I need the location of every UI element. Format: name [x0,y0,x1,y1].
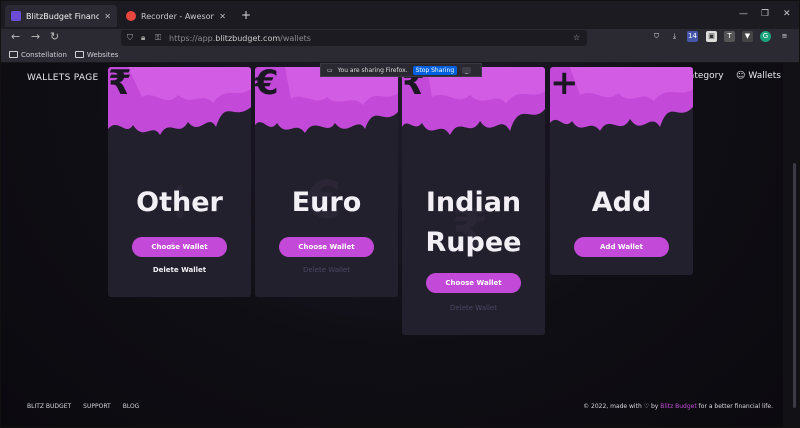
screenshot-extension-icon[interactable]: ▣ [706,31,717,42]
bookmarks-bar: Constellation Websites [1,47,799,63]
choose-wallet-button[interactable]: Choose Wallet [279,237,374,257]
reload-icon[interactable]: ↻ [50,30,59,43]
reader-extension-icon[interactable]: T [724,31,735,42]
url-path: /wallets [280,33,311,43]
wallet-name: Euro [291,187,362,218]
user-icon: ☺ [736,71,746,81]
mouse-pointer-icon: ☝ [169,242,175,252]
folder-icon [9,51,18,58]
extension-badge-icon[interactable]: 14 [687,31,698,42]
footer-link-blitz-budget[interactable]: BLITZ BUDGET [27,403,71,410]
minimize-window-icon[interactable]: — [739,9,748,19]
screenshot: BlitzBudget Financial Analyzer ✕ Recorde… [0,0,800,428]
choose-wallet-button[interactable]: Choose Wallet [426,273,521,293]
grammarly-extension-icon[interactable]: G [760,31,771,42]
wallet-card-indian-rupee: ₹ ₹ Indian Rupee Choose Wallet Delete Wa… [402,67,545,335]
close-tab-icon[interactable]: ✕ [219,12,226,21]
navigation-bar: ← → ↻ ⛉ 🔒︎ ⚿ https://app. blitzbudget.com… [1,29,799,47]
tab-recorder[interactable]: Recorder - Awesome Screenshot ✕ [120,5,232,27]
blitzbudget-favicon-icon [11,11,21,21]
url-host: blitzbudget.com [215,33,281,43]
folder-icon [74,51,84,58]
wallet-card-other: ₹ + Other Choose Wallet Delete Wallet [108,67,251,297]
heart-icon: ♡ [643,403,650,410]
blitz-budget-link[interactable]: Blitz Budget [660,403,696,410]
add-wallet-button[interactable]: Add Wallet [574,237,669,257]
close-tab-icon[interactable]: ✕ [104,12,111,21]
sharing-screen-icon: ▭ [327,66,333,74]
url-scheme: https://app. [169,33,216,43]
wallet-card-euro: € € Euro Choose Wallet Delete Wallet [255,67,398,297]
delete-wallet-button[interactable]: Delete Wallet [402,304,545,312]
bookmark-star-icon[interactable]: ☆ [573,33,580,42]
vpn-extension-icon[interactable]: ▼ [742,31,753,42]
scrollbar-thumb[interactable] [793,163,796,408]
tab-blitzbudget[interactable]: BlitzBudget Financial Analyzer ✕ [5,5,117,27]
lock-icon[interactable]: 🔒︎ [141,33,145,43]
menu-icon[interactable]: ≡ [779,31,790,42]
nav-wallets-link[interactable]: ☺ Wallets [736,71,781,81]
footer-credit: © 2022, made with ♡ by Blitz Budget for … [583,403,773,410]
footer-links: BLITZ BUDGET SUPPORT BLOG [27,403,139,410]
wallet-name: Add [591,187,652,218]
delete-wallet-button[interactable]: Delete Wallet [108,266,251,274]
pocket-icon[interactable]: ⛉ [651,31,662,42]
page-title: WALLETS PAGE [27,73,99,83]
forward-icon[interactable]: → [31,30,40,43]
bookmark-constellation[interactable]: Constellation [9,51,67,59]
delete-wallet-button[interactable]: Delete Wallet [255,266,398,274]
choose-wallet-button[interactable]: Choose Wallet [132,237,227,257]
wallet-name: Indian Rupee [425,187,522,258]
permissions-key-icon[interactable]: ⚿ [155,33,161,43]
wallet-card-add: + Add Add Wallet [550,67,693,275]
stop-sharing-button[interactable]: Stop Sharing [412,65,458,75]
back-icon[interactable]: ← [11,30,20,43]
plus-icon: + [550,67,579,103]
minimize-sharing-button[interactable]: _ [462,66,472,74]
close-window-icon[interactable]: ✕ [783,9,791,19]
recorder-favicon-icon [126,11,136,21]
bookmark-websites[interactable]: Websites [74,51,118,59]
web-page: WALLETS PAGE ▤ Category ☺ Wallets ₹ + Ot… [1,63,783,427]
page-scrollbar[interactable] [783,63,799,427]
new-tab-button[interactable]: + [241,8,251,22]
footer-link-support[interactable]: SUPPORT [83,403,111,410]
downloads-icon[interactable]: ⤓ [669,31,680,42]
url-bar[interactable]: ⛉ 🔒︎ ⚿ https://app. blitzbudget.com/walle… [121,30,587,46]
restore-window-icon[interactable]: ❐ [761,9,769,19]
wallet-name: Other [136,187,223,218]
tab-bar: BlitzBudget Financial Analyzer ✕ Recorde… [1,1,799,29]
sharing-indicator: ▭ You are sharing Firefox. Stop Sharing … [320,63,482,77]
rupee-icon: ₹ [108,67,132,103]
footer-link-blog[interactable]: BLOG [123,403,140,410]
euro-icon: € [255,67,279,103]
tracking-shield-icon[interactable]: ⛉ [127,33,133,43]
